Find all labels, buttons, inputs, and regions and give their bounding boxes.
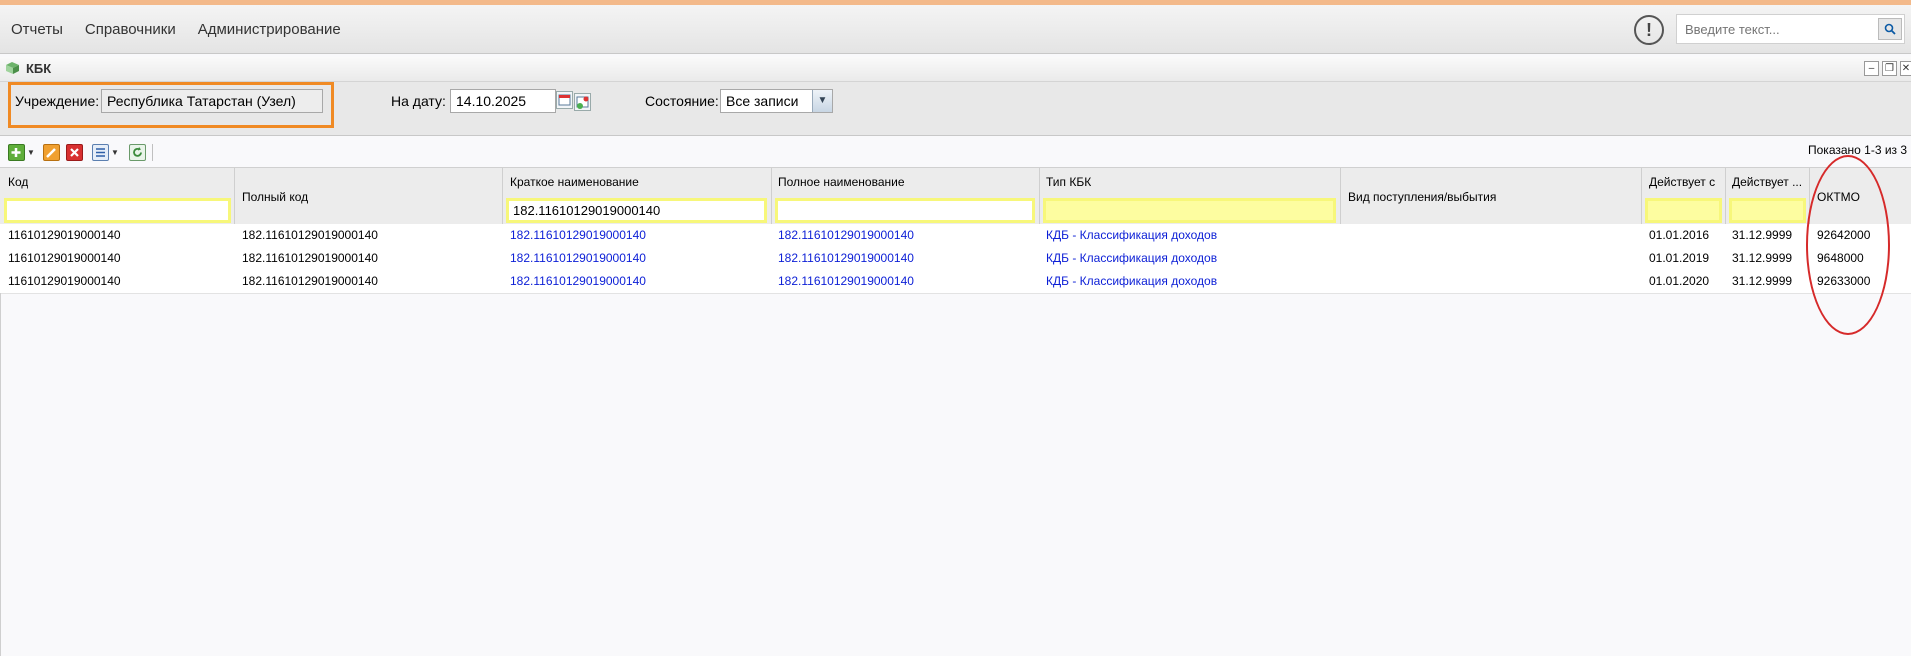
delete-icon xyxy=(70,148,79,157)
institution-field[interactable]: Республика Татарстан (Узел) xyxy=(101,89,323,113)
column-divider xyxy=(1039,168,1040,225)
cell-valid-to: 31.12.9999 xyxy=(1732,251,1793,265)
column-header-valid-to[interactable]: Действует ... xyxy=(1732,175,1806,189)
column-header-full-code[interactable]: Полный код xyxy=(242,190,308,204)
date-label: На дату: xyxy=(391,93,446,109)
search-button[interactable] xyxy=(1878,18,1902,40)
window-titlebar: КБК – ❐ ✕ xyxy=(0,57,1911,82)
column-header-code[interactable]: Код xyxy=(8,175,28,189)
filter-input-kbk-type[interactable] xyxy=(1043,198,1336,223)
filter-input-valid-from[interactable] xyxy=(1645,198,1722,223)
calendar-clear-button[interactable] xyxy=(574,93,591,111)
minimize-button[interactable]: – xyxy=(1864,61,1879,76)
column-header-kbk-type[interactable]: Тип КБК xyxy=(1046,175,1091,189)
menu-item-directories[interactable]: Справочники xyxy=(74,21,187,38)
cell-code: 11610129019000140 xyxy=(8,251,121,265)
cell-short-name-link[interactable]: 182.11610129019000140 xyxy=(510,274,646,288)
column-divider xyxy=(1641,168,1642,225)
filter-input-valid-to[interactable] xyxy=(1729,198,1806,223)
menu-items: Отчеты Справочники Администрирование xyxy=(0,5,352,53)
search-icon xyxy=(1884,23,1896,35)
table-row[interactable]: 11610129019000140 182.11610129019000140 … xyxy=(0,224,1911,248)
state-select[interactable]: Все записи ▼ xyxy=(720,89,833,113)
list-options-dropdown-icon[interactable]: ▼ xyxy=(111,148,119,157)
close-button[interactable]: ✕ xyxy=(1900,61,1911,76)
filter-input-short-name[interactable]: 182.11610129019000140 xyxy=(506,198,767,223)
menu-item-administration[interactable]: Администрирование xyxy=(187,21,352,38)
column-header-receipt-type[interactable]: Вид поступления/выбытия xyxy=(1348,190,1496,204)
column-header-short-name[interactable]: Краткое наименование xyxy=(510,175,639,189)
pencil-icon xyxy=(46,148,56,158)
column-header-valid-from[interactable]: Действует с xyxy=(1649,175,1723,189)
filter-input-code[interactable] xyxy=(4,198,231,223)
main-menu-bar: Отчеты Справочники Администрирование ! xyxy=(0,5,1911,54)
global-search xyxy=(1676,14,1905,44)
cell-full-name-link[interactable]: 182.11610129019000140 xyxy=(778,228,914,242)
cell-code: 11610129019000140 xyxy=(8,228,121,242)
list-icon xyxy=(96,148,105,157)
plus-icon xyxy=(11,148,21,157)
cell-kbk-type-link[interactable]: КДБ - Классификация доходов xyxy=(1046,228,1217,242)
book-icon xyxy=(6,62,19,74)
calendar-icon xyxy=(558,94,571,106)
delete-button[interactable] xyxy=(66,144,83,161)
cell-kbk-type-link[interactable]: КДБ - Классификация доходов xyxy=(1046,274,1217,288)
date-field[interactable]: 14.10.2025 xyxy=(450,89,556,113)
table-row[interactable]: 11610129019000140 182.11610129019000140 … xyxy=(0,247,1911,271)
column-divider xyxy=(234,168,235,225)
calendar-clear-icon xyxy=(576,96,589,109)
cell-oktmo: 9648000 xyxy=(1817,251,1864,265)
window-title: КБК xyxy=(26,61,52,76)
cell-valid-to: 31.12.9999 xyxy=(1732,228,1793,242)
cell-full-name-link[interactable]: 182.11610129019000140 xyxy=(778,274,914,288)
records-shown-text: Показано 1-3 из 3 xyxy=(1808,143,1908,157)
list-options-button[interactable] xyxy=(92,144,109,161)
cell-full-name-link[interactable]: 182.11610129019000140 xyxy=(778,251,914,265)
state-select-value: Все записи xyxy=(726,93,799,109)
edit-button[interactable] xyxy=(43,144,60,161)
add-button[interactable] xyxy=(8,144,25,161)
column-header-full-name[interactable]: Полное наименование xyxy=(778,175,905,189)
cell-kbk-type-link[interactable]: КДБ - Классификация доходов xyxy=(1046,251,1217,265)
institution-label: Учреждение: xyxy=(15,93,100,109)
column-divider xyxy=(1725,168,1726,225)
cell-short-name-link[interactable]: 182.11610129019000140 xyxy=(510,228,646,242)
cell-valid-from: 01.01.2019 xyxy=(1649,251,1710,265)
cell-oktmo: 92633000 xyxy=(1817,274,1871,288)
add-dropdown-icon[interactable]: ▼ xyxy=(27,148,35,157)
restore-button[interactable]: ❐ xyxy=(1882,61,1897,76)
filter-panel: Учреждение: Республика Татарстан (Узел) … xyxy=(0,82,1911,136)
state-label: Состояние: xyxy=(645,93,719,109)
filter-input-full-name[interactable] xyxy=(775,198,1035,223)
cell-full-code: 182.11610129019000140 xyxy=(242,228,378,242)
column-divider xyxy=(1809,168,1810,225)
chevron-down-icon[interactable]: ▼ xyxy=(812,90,832,112)
notification-alert-icon[interactable]: ! xyxy=(1634,15,1664,45)
refresh-button[interactable] xyxy=(129,144,146,161)
cell-full-code: 182.11610129019000140 xyxy=(242,274,378,288)
grid-header: Код Полный код Краткое наименование Полн… xyxy=(0,167,1911,226)
table-row[interactable]: 11610129019000140 182.11610129019000140 … xyxy=(0,270,1911,294)
grid-left-border xyxy=(0,293,1,656)
cell-code: 11610129019000140 xyxy=(8,274,121,288)
cell-valid-from: 01.01.2016 xyxy=(1649,228,1710,242)
cell-short-name-link[interactable]: 182.11610129019000140 xyxy=(510,251,646,265)
grid-toolbar: ▼ ▼ xyxy=(0,140,1911,164)
search-input[interactable] xyxy=(1677,15,1888,43)
toolbar-separator xyxy=(152,144,153,161)
cell-full-code: 182.11610129019000140 xyxy=(242,251,378,265)
calendar-button[interactable] xyxy=(556,91,573,109)
refresh-icon xyxy=(133,147,142,157)
cell-valid-to: 31.12.9999 xyxy=(1732,274,1793,288)
cell-valid-from: 01.01.2020 xyxy=(1649,274,1710,288)
column-divider xyxy=(771,168,772,225)
column-header-oktmo[interactable]: ОКТМО xyxy=(1817,190,1860,204)
cell-oktmo: 92642000 xyxy=(1817,228,1871,242)
menu-item-reports[interactable]: Отчеты xyxy=(0,21,74,38)
column-divider xyxy=(502,168,503,225)
column-divider xyxy=(1340,168,1341,225)
